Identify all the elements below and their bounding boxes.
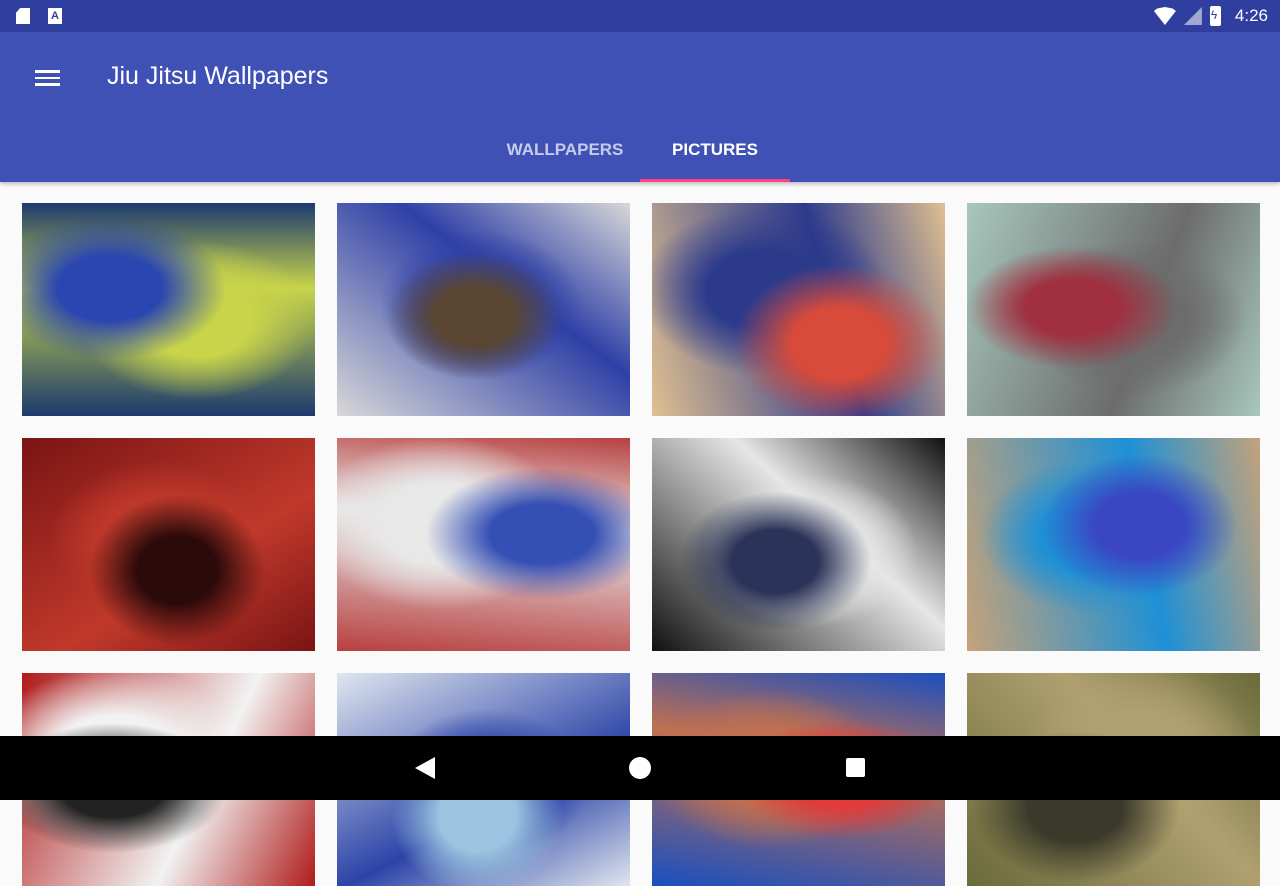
status-left-icons: A bbox=[16, 8, 62, 24]
wifi-icon bbox=[1153, 7, 1176, 25]
battery-charging-icon bbox=[1209, 6, 1221, 26]
recents-icon[interactable] bbox=[846, 758, 865, 777]
thumbnail-image bbox=[22, 438, 315, 651]
tab-bar: WALLPAPERS PICTURES bbox=[490, 120, 790, 182]
home-icon[interactable] bbox=[629, 757, 651, 779]
thumbnail-image bbox=[652, 203, 945, 416]
status-right-icons: 4:26 bbox=[1153, 6, 1268, 26]
thumbnail-image bbox=[337, 438, 630, 651]
thumbnail-8[interactable] bbox=[967, 438, 1260, 651]
app-title: Jiu Jitsu Wallpapers bbox=[107, 62, 329, 90]
thumbnail-7[interactable] bbox=[652, 438, 945, 651]
app-bar: Jiu Jitsu Wallpapers WALLPAPERS PICTURES bbox=[0, 32, 1280, 182]
tab-pictures[interactable]: PICTURES bbox=[640, 120, 790, 182]
thumbnail-3[interactable] bbox=[652, 203, 945, 416]
thumbnail-image bbox=[22, 203, 315, 416]
menu-button[interactable] bbox=[28, 60, 68, 92]
clock: 4:26 bbox=[1234, 6, 1268, 25]
thumbnail-image bbox=[337, 203, 630, 416]
sd-card-icon bbox=[16, 8, 30, 24]
tab-wallpapers[interactable]: WALLPAPERS bbox=[490, 120, 640, 182]
status-bar: A 4:26 bbox=[0, 0, 1280, 32]
thumbnail-6[interactable] bbox=[337, 438, 630, 651]
thumbnail-1[interactable] bbox=[22, 203, 315, 416]
signal-icon bbox=[1183, 7, 1202, 25]
navigation-bar bbox=[0, 736, 1280, 800]
thumbnail-image bbox=[967, 438, 1260, 651]
thumbnail-image bbox=[652, 438, 945, 651]
hamburger-menu-icon bbox=[28, 60, 68, 86]
thumbnail-5[interactable] bbox=[22, 438, 315, 651]
back-icon[interactable] bbox=[415, 757, 435, 779]
thumbnail-2[interactable] bbox=[337, 203, 630, 416]
thumbnail-4[interactable] bbox=[967, 203, 1260, 416]
thumbnail-image bbox=[967, 203, 1260, 416]
text-a-icon: A bbox=[48, 8, 62, 24]
